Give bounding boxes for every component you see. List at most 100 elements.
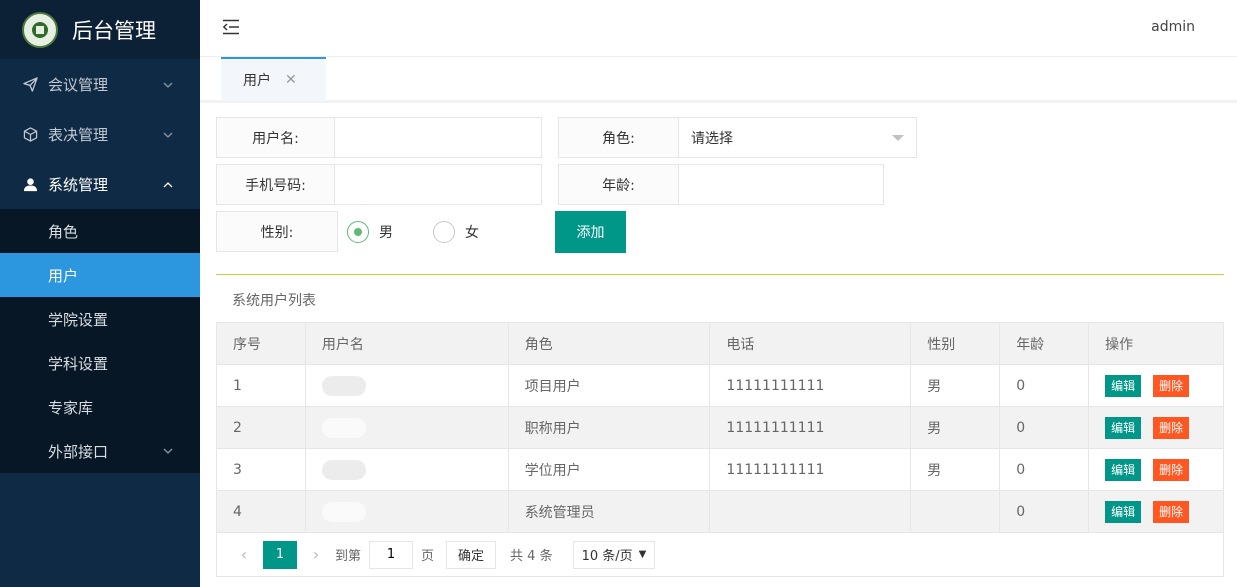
caret-down-icon — [892, 135, 904, 141]
cell-role: 系统管理员 — [507, 490, 711, 533]
age-label: 年龄: — [559, 165, 679, 204]
edit-button[interactable]: 编辑 — [1105, 374, 1142, 397]
cell-username — [304, 364, 509, 407]
delete-button[interactable]: 删除 — [1153, 500, 1190, 523]
cell-gender: 男 — [910, 406, 1001, 449]
nav-item-system[interactable]: 系统管理 — [0, 159, 200, 209]
cell-actions: 编辑 删除 — [1088, 406, 1224, 449]
age-input[interactable] — [679, 165, 883, 204]
column-header[interactable]: 序号 — [216, 322, 306, 365]
app-title: 后台管理 — [72, 18, 156, 43]
submenu-item-role[interactable]: 角色 — [0, 209, 200, 253]
nav-item-meeting[interactable]: 会议管理 — [0, 59, 200, 109]
pagination: ‹ 1 › 到第 页 确定 共 4 条 10 条/页 ▼ — [216, 533, 1224, 577]
phone-input[interactable] — [335, 165, 541, 204]
column-header[interactable]: 年龄 — [999, 322, 1090, 365]
redacted-username — [321, 459, 366, 480]
goto-page-input[interactable] — [369, 540, 414, 569]
goto-confirm-button[interactable]: 确定 — [446, 540, 497, 569]
redacted-username — [321, 375, 366, 396]
menu-collapse-icon[interactable] — [222, 19, 240, 39]
chevron-down-icon — [162, 443, 174, 461]
cell-gender: 男 — [910, 448, 1001, 491]
tab-label: 用户 — [243, 73, 271, 89]
delete-button[interactable]: 删除 — [1153, 374, 1190, 397]
column-header[interactable]: 电话 — [709, 322, 912, 365]
submenu-item-experts[interactable]: 专家库 — [0, 385, 200, 429]
cell-phone — [709, 490, 912, 533]
gender-option-label: 女 — [465, 225, 479, 241]
radio-unchecked-icon — [433, 221, 455, 243]
total-count: 共 4 条 — [510, 549, 553, 564]
paper-plane-icon — [22, 76, 38, 92]
column-header[interactable]: 角色 — [507, 322, 711, 365]
cell-phone: 11111111111 — [709, 364, 912, 407]
nav-item-voting[interactable]: 表决管理 — [0, 109, 200, 159]
radio-checked-icon — [347, 221, 369, 243]
username-field: 用户名: — [216, 117, 542, 158]
role-select-value: 请选择 — [691, 130, 733, 147]
redacted-username — [321, 501, 366, 522]
page-size-select[interactable]: 10 条/页 ▼ — [572, 540, 656, 569]
submenu-item-college[interactable]: 学院设置 — [0, 297, 200, 341]
cell-actions: 编辑 删除 — [1088, 490, 1224, 533]
username-input[interactable] — [335, 118, 541, 157]
cell-age: 0 — [999, 448, 1090, 491]
column-header[interactable]: 操作 — [1088, 322, 1224, 365]
role-label: 角色: — [559, 118, 679, 157]
cell-no: 2 — [216, 406, 306, 449]
cell-no: 4 — [216, 490, 306, 533]
submenu-item-label: 外部接口 — [48, 442, 109, 461]
edit-button[interactable]: 编辑 — [1105, 500, 1142, 523]
table-row: 3 学位用户 11111111111 男 0 编辑 删除 — [216, 448, 1224, 491]
role-select[interactable]: 请选择 — [679, 118, 916, 157]
chevron-down-icon — [162, 77, 174, 95]
cell-age: 0 — [999, 364, 1090, 407]
list-title: 系统用户列表 — [232, 293, 316, 309]
cell-username — [304, 406, 509, 449]
logo: 后台管理 — [0, 0, 200, 59]
gender-radio-female[interactable]: 女 — [433, 221, 479, 243]
cell-gender — [910, 490, 1001, 533]
role-field: 角色: 请选择 — [558, 117, 917, 158]
cell-actions: 编辑 删除 — [1088, 364, 1224, 407]
cell-role: 学位用户 — [507, 448, 711, 491]
cell-username — [304, 448, 509, 491]
tabs-bar: 用户 ✕ — [200, 57, 1237, 103]
chevron-up-icon — [162, 177, 174, 195]
gender-radio-male[interactable]: 男 — [347, 221, 393, 243]
cube-icon — [22, 126, 38, 142]
next-page-icon[interactable]: › — [305, 545, 327, 564]
column-header[interactable]: 用户名 — [304, 322, 509, 365]
submenu-item-discipline[interactable]: 学科设置 — [0, 341, 200, 385]
edit-button[interactable]: 编辑 — [1105, 458, 1142, 481]
prev-page-icon[interactable]: ‹ — [233, 545, 255, 564]
delete-button[interactable]: 删除 — [1153, 458, 1190, 481]
table-row: 1 项目用户 11111111111 男 0 编辑 删除 — [216, 364, 1224, 407]
gender-option-label: 男 — [379, 225, 393, 241]
column-header[interactable]: 性别 — [910, 322, 1001, 365]
submenu-item-external-api[interactable]: 外部接口 — [0, 429, 200, 473]
cell-no: 1 — [216, 364, 306, 407]
phone-label: 手机号码: — [217, 165, 335, 204]
current-user[interactable]: admin — [1151, 19, 1195, 35]
submenu-item-user[interactable]: 用户 — [0, 253, 200, 297]
caret-down-icon: ▼ — [638, 549, 647, 560]
cell-phone: 11111111111 — [709, 448, 912, 491]
user-icon — [22, 176, 38, 192]
cell-phone: 11111111111 — [709, 406, 912, 449]
user-table: 序号 用户名 角色 电话 性别 年龄 操作 1 项目用户 11111111111… — [216, 322, 1224, 533]
goto-label: 到第 — [335, 549, 362, 564]
cell-age: 0 — [999, 490, 1090, 533]
table-header-row: 序号 用户名 角色 电话 性别 年龄 操作 — [216, 322, 1224, 365]
add-button[interactable]: 添加 — [555, 211, 626, 253]
delete-button[interactable]: 删除 — [1153, 416, 1190, 439]
chevron-down-icon — [162, 127, 174, 145]
edit-button[interactable]: 编辑 — [1105, 416, 1142, 439]
page-number-current[interactable]: 1 — [263, 540, 297, 569]
cell-role: 项目用户 — [507, 364, 711, 407]
close-icon[interactable]: ✕ — [285, 72, 297, 88]
gender-field: 性别: — [216, 211, 338, 252]
username-label: 用户名: — [217, 118, 335, 157]
tab-user[interactable]: 用户 ✕ — [221, 57, 326, 101]
